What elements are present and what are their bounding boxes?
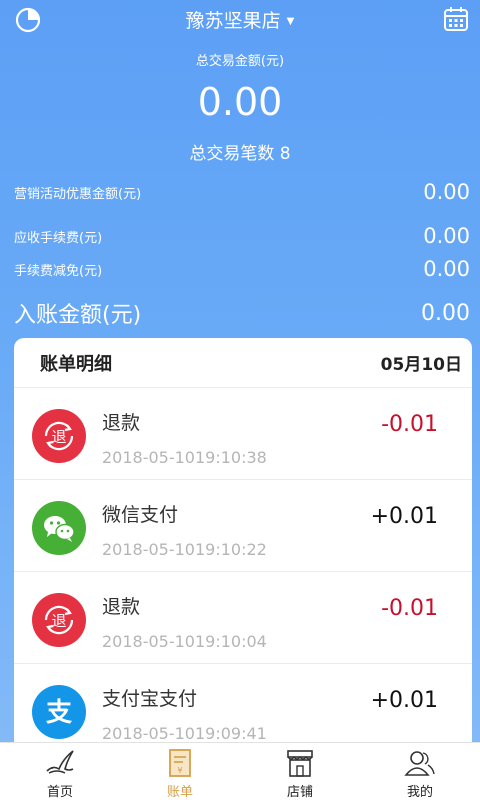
item-time: 2018-05-1019:10:22 <box>102 540 267 559</box>
item-time: 2018-05-1019:10:38 <box>102 448 267 467</box>
alipay-icon: 支 <box>32 685 86 739</box>
top-bar: 豫苏坚果店 ▼ <box>0 0 480 40</box>
stat-label: 手续费减免(元) <box>14 263 103 279</box>
svg-text:¥: ¥ <box>177 766 182 775</box>
list-item[interactable]: 微信支付 2018-05-1019:10:22 +0.01 <box>14 480 472 572</box>
wechat-icon <box>32 501 86 555</box>
list-item[interactable]: 退 退款 2018-05-1019:10:04 -0.01 <box>14 572 472 664</box>
bill-title: 账单明细 <box>40 353 112 375</box>
item-amount: +0.01 <box>370 504 438 529</box>
total-amount-label: 总交易金额(元) <box>195 54 285 69</box>
item-time: 2018-05-1019:10:04 <box>102 632 267 651</box>
stat-label: 营销活动优惠金额(元) <box>14 186 142 202</box>
stat-label: 应收手续费(元) <box>14 230 103 246</box>
stat-settled-amount: 入账金额(元) 0.00 <box>14 297 470 329</box>
bill-detail-card: 账单明细 05月10日 退 退款 2018-05-1019:10:38 -0.0… <box>14 338 472 748</box>
caret-down-icon: ▼ <box>286 16 295 27</box>
store-icon <box>287 750 313 777</box>
item-amount: +0.01 <box>370 688 438 713</box>
svg-text:退: 退 <box>51 612 66 630</box>
stat-promotion-discount: 营销活动优惠金额(元) 0.00 <box>14 180 470 204</box>
list-item[interactable]: 支 支付宝支付 2018-05-1019:09:41 +0.01 <box>14 664 472 748</box>
total-amount-value: 0.00 <box>197 80 283 124</box>
item-name: 退款 <box>102 412 141 434</box>
calendar-icon[interactable] <box>442 5 470 33</box>
tab-home[interactable]: 首页 <box>0 743 120 800</box>
item-name: 支付宝支付 <box>102 688 198 710</box>
item-name: 退款 <box>102 596 141 618</box>
stat-receivable-fee: 应收手续费(元) 0.00 <box>14 224 470 248</box>
item-amount: -0.01 <box>381 596 438 621</box>
stat-value: 0.00 <box>423 257 470 281</box>
home-bird-icon <box>46 750 74 774</box>
bottom-tab-bar: 首页 ¥ 账单 店铺 我的 <box>0 742 480 800</box>
tab-label: 首页 <box>46 785 73 800</box>
svg-text:支: 支 <box>46 698 72 728</box>
stat-value: 0.00 <box>423 180 470 204</box>
refund-icon: 退 <box>32 409 86 463</box>
item-time: 2018-05-1019:09:41 <box>102 724 267 743</box>
tab-label: 我的 <box>406 785 433 800</box>
item-amount: -0.01 <box>381 412 438 437</box>
count-value: 8 <box>279 144 291 164</box>
transaction-count: 总交易笔数 8 <box>0 139 480 164</box>
item-name: 微信支付 <box>102 504 179 526</box>
tab-label: 店铺 <box>286 785 313 800</box>
list-item[interactable]: 退 退款 2018-05-1019:10:38 -0.01 <box>14 388 472 480</box>
receipt-icon: ¥ <box>169 749 191 777</box>
tab-label: 账单 <box>166 785 193 800</box>
count-label: 总交易笔数 <box>189 144 275 164</box>
user-icon <box>404 751 435 776</box>
store-selector[interactable]: 豫苏坚果店 ▼ <box>0 6 480 33</box>
bill-date[interactable]: 05月10日 <box>381 350 462 375</box>
bill-header: 账单明细 05月10日 <box>14 338 472 388</box>
stat-label: 入账金额(元) <box>14 303 142 328</box>
store-name: 豫苏坚果店 <box>185 10 281 32</box>
stat-fee-waiver: 手续费减免(元) 0.00 <box>14 257 470 281</box>
tab-bill[interactable]: ¥ 账单 <box>120 743 240 800</box>
refund-icon: 退 <box>32 593 86 647</box>
stat-value: 0.00 <box>421 300 470 326</box>
stat-value: 0.00 <box>423 224 470 248</box>
tab-mine[interactable]: 我的 <box>360 743 480 800</box>
svg-text:退: 退 <box>51 428 66 446</box>
tab-store[interactable]: 店铺 <box>240 743 360 800</box>
